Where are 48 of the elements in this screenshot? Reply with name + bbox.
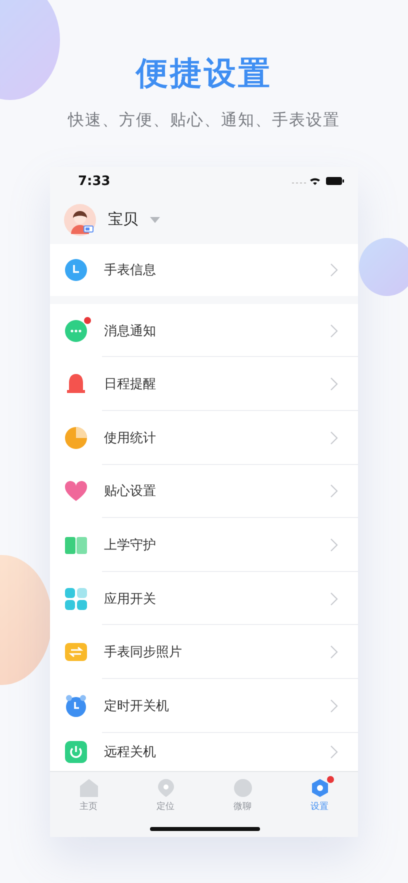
- row-label: 远程关机: [104, 744, 157, 761]
- pie-chart-icon: [64, 426, 88, 450]
- row-label: 使用统计: [104, 430, 157, 447]
- chevron-right-icon: [330, 324, 338, 338]
- chevron-right-icon: [330, 484, 338, 498]
- chevron-right-icon: [330, 262, 338, 277]
- settings-row[interactable]: 手表同步照片: [50, 625, 358, 680]
- power-icon: [64, 740, 88, 764]
- settings-row[interactable]: 手表信息: [50, 244, 358, 296]
- chevron-right-icon: [330, 698, 338, 713]
- row-label: 手表信息: [104, 262, 157, 279]
- chevron-right-icon: [330, 377, 338, 392]
- clock-icon: [64, 258, 88, 282]
- app-grid-icon: [64, 586, 88, 611]
- row-label: 定时开关机: [104, 698, 170, 715]
- settings-row[interactable]: 日程提醒: [50, 357, 358, 412]
- chevron-right-icon: [330, 744, 338, 759]
- alarm-clock-icon: [64, 694, 88, 718]
- row-label: 上学守护: [104, 537, 157, 554]
- page-title: 便捷设置: [136, 53, 272, 94]
- chat-bubble-icon: [232, 778, 252, 798]
- chevron-right-icon: [330, 430, 338, 445]
- settings-icon: [310, 778, 330, 798]
- row-label: 手表同步照片: [104, 644, 183, 662]
- settings-row[interactable]: 消息通知: [50, 304, 358, 358]
- settings-row[interactable]: 应用开关: [50, 572, 358, 626]
- settings-row[interactable]: 定时开关机: [50, 679, 358, 733]
- settings-row[interactable]: 使用统计: [50, 411, 358, 465]
- chevron-right-icon: [330, 645, 338, 660]
- row-label: 消息通知: [104, 322, 157, 340]
- chat-bubble-icon: [64, 318, 88, 343]
- page-subtitle: 快速、方便、贴心、通知、手表设置: [68, 110, 340, 131]
- heart-icon: [64, 479, 88, 504]
- location-pin-icon: [156, 778, 176, 798]
- status-time: 7:33: [78, 174, 110, 189]
- chevron-right-icon: [330, 592, 338, 606]
- home-icon: [78, 778, 98, 798]
- decor-circle: [359, 238, 408, 296]
- settings-row[interactable]: 上学守护: [50, 518, 358, 572]
- profile-name[interactable]: 宝贝: [108, 210, 138, 230]
- row-label: 贴心设置: [104, 483, 157, 500]
- avatar[interactable]: [64, 204, 96, 236]
- settings-row[interactable]: 远程关机: [50, 732, 358, 771]
- chevron-right-icon: [330, 538, 338, 552]
- status-icons: [290, 176, 344, 186]
- row-label: 日程提醒: [104, 376, 157, 394]
- settings-row[interactable]: 贴心设置: [50, 464, 358, 518]
- row-label: 应用开关: [104, 590, 157, 608]
